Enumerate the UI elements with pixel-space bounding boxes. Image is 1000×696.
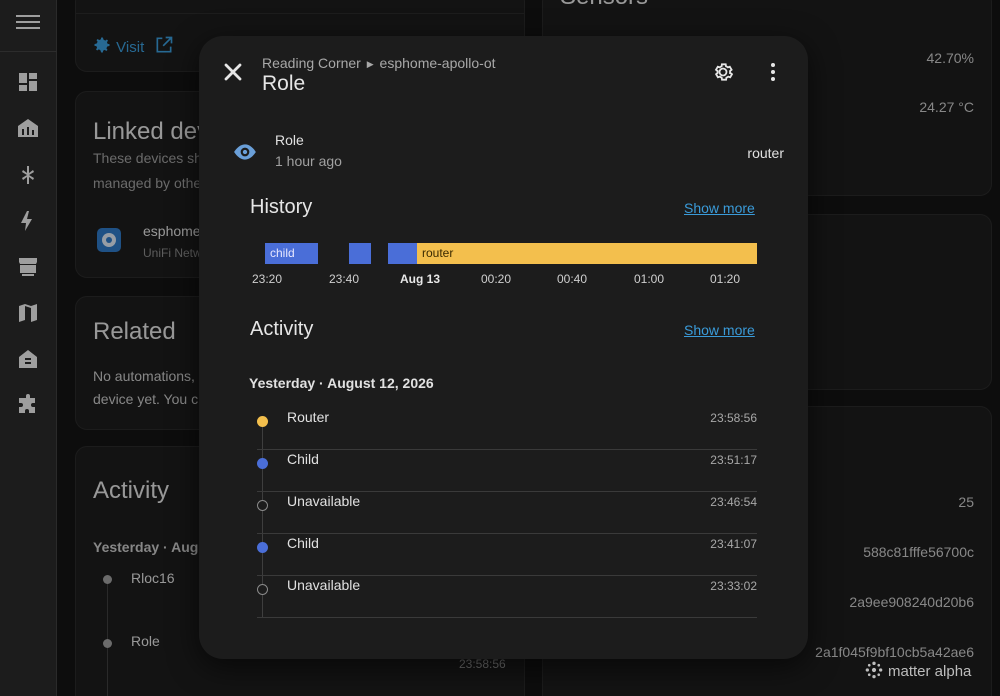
activity-date-heading: Yesterday · August 12, 2026 — [249, 375, 434, 391]
activity-entry-time: 23:33:02 — [710, 579, 757, 593]
activity-show-more-link[interactable]: Show more — [684, 322, 755, 338]
state-row: Role 1 hour ago router — [232, 132, 792, 172]
timeline-tick: 23:40 — [329, 272, 360, 286]
activity-title: Activity — [250, 318, 314, 340]
history-timeline: child router — [250, 243, 758, 265]
sidebar — [0, 0, 57, 696]
matter-logo-icon — [864, 660, 884, 680]
close-icon[interactable] — [219, 58, 247, 86]
sidebar-divider — [0, 51, 57, 52]
state-dot-icon — [257, 500, 268, 511]
overview-icon[interactable] — [16, 70, 40, 94]
state-last-changed: 1 hour ago — [275, 153, 342, 169]
watermark: matter alpha — [864, 660, 971, 680]
state-dot-icon — [257, 416, 268, 427]
hacs-icon[interactable] — [16, 255, 40, 279]
activity-entry-label: Child — [287, 535, 319, 551]
state-value: router — [747, 145, 784, 161]
history-show-more-link[interactable]: Show more — [684, 200, 755, 216]
timeline-segment-child[interactable]: child — [265, 243, 318, 264]
timeline-segment-router[interactable]: router — [417, 243, 757, 264]
energy-icon[interactable] — [16, 209, 40, 233]
activity-entry-time: 23:58:56 — [710, 411, 757, 425]
activity-entry[interactable]: Child 23:51:17 — [257, 450, 757, 492]
timeline-segment-child[interactable] — [349, 243, 371, 264]
timeline-tick: 01:00 — [634, 272, 665, 286]
activity-entry-label: Child — [287, 451, 319, 467]
activity-entry[interactable]: Unavailable 23:33:02 — [257, 576, 757, 618]
energy-dashboard-icon[interactable] — [16, 116, 40, 140]
activity-entry-label: Router — [287, 409, 330, 425]
timeline-segment-child[interactable] — [388, 243, 417, 264]
activity-entry[interactable]: Unavailable 23:46:54 — [257, 492, 757, 534]
timeline-tick: 00:40 — [557, 272, 588, 286]
breadcrumb-area[interactable]: Reading Corner — [262, 55, 361, 71]
history-title: History — [250, 196, 313, 218]
activity-entry-time: 23:51:17 — [710, 453, 757, 467]
menu-icon[interactable] — [16, 12, 40, 32]
gear-icon[interactable] — [711, 60, 735, 84]
logbook-icon[interactable] — [16, 164, 40, 188]
activity-entry-label: Unavailable — [287, 493, 361, 509]
dialog-title: Role — [262, 72, 306, 95]
eye-icon — [232, 139, 258, 165]
state-name: Role — [275, 132, 304, 148]
activity-entry-time: 23:41:07 — [710, 537, 757, 551]
more-info-dialog: Reading Corner ▶ esphome-apollo-ot Role … — [199, 36, 808, 659]
timeline-tick: 23:20 — [252, 272, 283, 286]
watermark-text: matter alpha — [888, 663, 972, 680]
timeline-tick: 01:20 — [710, 272, 741, 286]
timeline-tick: Aug 13 — [400, 272, 441, 286]
state-dot-icon — [257, 458, 268, 469]
more-vertical-icon[interactable] — [761, 60, 785, 84]
timeline-tick: 00:20 — [481, 272, 512, 286]
activity-entry-label: Unavailable — [287, 577, 361, 593]
activity-entry-time: 23:46:54 — [710, 495, 757, 509]
breadcrumb: Reading Corner ▶ esphome-apollo-ot — [262, 55, 496, 71]
history-icon[interactable] — [16, 347, 40, 371]
breadcrumb-device[interactable]: esphome-apollo-ot — [380, 55, 496, 71]
activity-entry[interactable]: Router 23:58:56 — [257, 408, 757, 450]
puzzle-icon[interactable] — [16, 393, 40, 417]
state-dot-icon — [257, 542, 268, 553]
map-icon[interactable] — [16, 301, 40, 325]
state-dot-icon — [257, 584, 268, 595]
activity-entry[interactable]: Child 23:41:07 — [257, 534, 757, 576]
chevron-right-icon: ▶ — [366, 59, 374, 69]
